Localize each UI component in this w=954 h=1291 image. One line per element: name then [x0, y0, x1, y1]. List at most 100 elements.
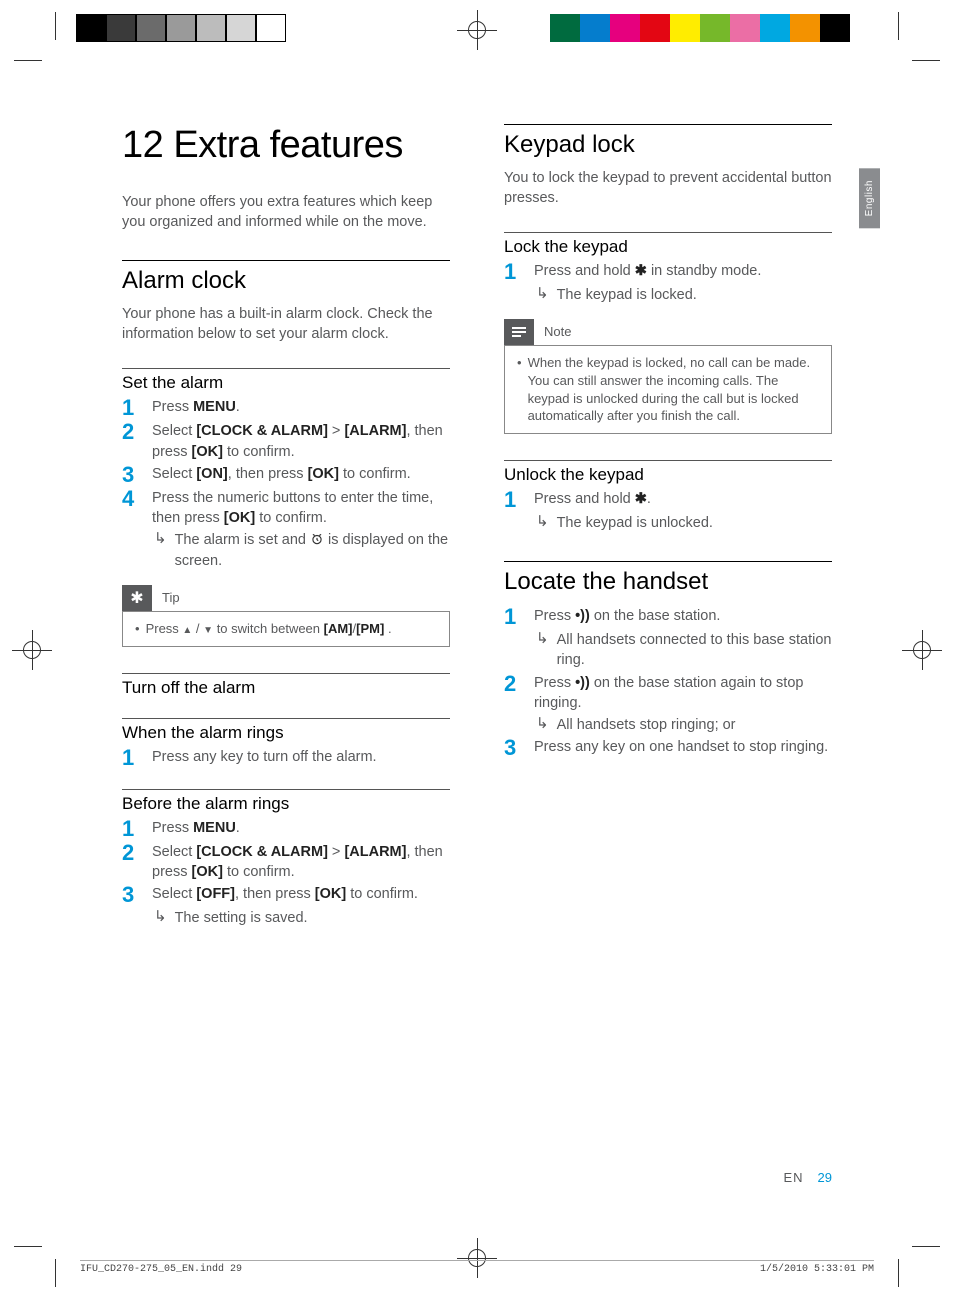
step-number: 1: [122, 397, 140, 419]
step: 1 Press •)) on the base station.: [504, 606, 832, 628]
divider: [122, 789, 450, 790]
subhead-lock-keypad: Lock the keypad: [504, 237, 832, 257]
steps-locate-handset-2: 2 Press •)) on the base station again to…: [504, 673, 832, 714]
steps-lock-keypad: 1 Press and hold ✱ in standby mode.: [504, 261, 832, 283]
tip-icon: ✱: [122, 585, 152, 611]
print-footer: IFU_CD270-275_05_EN.indd 29 1/5/2010 5:3…: [80, 1260, 874, 1275]
section-keypad-lock: Keypad lock: [504, 131, 832, 159]
divider: [122, 260, 450, 261]
section-alarm-clock: Alarm clock: [122, 267, 450, 295]
language-tab: English: [859, 168, 880, 228]
registration-mark-right: [902, 630, 942, 670]
crop-mark: [55, 12, 56, 40]
subhead-turn-off-alarm: Turn off the alarm: [122, 678, 450, 698]
note-icon: [504, 319, 534, 345]
divider: [122, 368, 450, 369]
crop-mark: [14, 60, 42, 61]
result-arrow-icon: ↳: [154, 908, 167, 928]
chapter-title: 12 Extra features: [122, 124, 450, 167]
step-number: 2: [122, 421, 140, 462]
step: 3Press any key on one handset to stop ri…: [504, 737, 832, 759]
section-intro: You to lock the keypad to prevent accide…: [504, 169, 832, 208]
footer-page-number: 29: [818, 1170, 832, 1185]
print-process-bar-left: [76, 14, 286, 42]
steps-locate-handset: 1 Press •)) on the base station.: [504, 606, 832, 628]
left-column: 12 Extra features Your phone offers you …: [122, 124, 450, 1161]
divider: [504, 561, 832, 562]
result-arrow-icon: ↳: [536, 513, 549, 533]
divider: [504, 124, 832, 125]
divider: [122, 718, 450, 719]
step: 3 Select [ON], then press [OK] to confir…: [122, 464, 450, 486]
steps-unlock-keypad: 1 Press and hold ✱.: [504, 489, 832, 511]
alarm-icon: [310, 532, 324, 546]
print-timestamp: 1/5/2010 5:33:01 PM: [760, 1264, 874, 1275]
page-content: 12 Extra features Your phone offers you …: [122, 124, 832, 1161]
tip-label: Tip: [152, 585, 190, 611]
right-column: Keypad lock You to lock the keypad to pr…: [504, 124, 832, 1161]
star-key-icon: ✱: [635, 491, 647, 507]
result-arrow-icon: ↳: [536, 715, 549, 735]
chapter-intro: Your phone offers you extra features whi…: [122, 193, 450, 232]
step-result: ↳The keypad is unlocked.: [536, 513, 832, 533]
subhead-set-alarm: Set the alarm: [122, 373, 450, 393]
steps-before-rings: 1 Press MENU. 2 Select [CLOCK & ALARM] >…: [122, 818, 450, 907]
subhead-before-alarm-rings: Before the alarm rings: [122, 794, 450, 814]
note-label: Note: [534, 319, 581, 345]
step-number: 1: [504, 261, 522, 283]
nav-down-icon: ▼: [203, 625, 213, 636]
crop-mark: [898, 12, 899, 40]
tip-callout: ✱ Tip • Press ▲ / ▼ to switch between [A…: [122, 585, 450, 647]
steps-when-rings: 1Press any key to turn off the alarm.: [122, 747, 450, 769]
page-footer: EN 29: [783, 1170, 832, 1185]
divider: [504, 460, 832, 461]
step-number: 4: [122, 488, 140, 529]
footer-lang: EN: [783, 1170, 803, 1185]
step-number: 3: [504, 737, 522, 759]
steps-locate-handset-3: 3Press any key on one handset to stop ri…: [504, 737, 832, 759]
step: 2 Press •)) on the base station again to…: [504, 673, 832, 714]
step: 1 Press MENU.: [122, 818, 450, 840]
crop-mark: [912, 1246, 940, 1247]
star-key-icon: ✱: [635, 263, 647, 279]
section-locate-handset: Locate the handset: [504, 568, 832, 596]
print-file-name: IFU_CD270-275_05_EN.indd 29: [80, 1264, 242, 1275]
step-number: 3: [122, 884, 140, 906]
step: 2 Select [CLOCK & ALARM] > [ALARM], then…: [122, 842, 450, 883]
step: 3 Select [OFF], then press [OK] to confi…: [122, 884, 450, 906]
step-number: 1: [504, 606, 522, 628]
registration-mark-top: [457, 10, 497, 50]
steps-set-alarm: 1 Press MENU. 2 Select [CLOCK & ALARM] >…: [122, 397, 450, 528]
step: 2 Select [CLOCK & ALARM] > [ALARM], then…: [122, 421, 450, 462]
paging-icon: •)): [575, 608, 590, 624]
print-process-bar-right: [550, 14, 850, 42]
subhead-unlock-keypad: Unlock the keypad: [504, 465, 832, 485]
step: 4 Press the numeric buttons to enter the…: [122, 488, 450, 529]
step-number: 1: [504, 489, 522, 511]
step-number: 2: [122, 842, 140, 883]
crop-mark: [898, 1259, 899, 1287]
step-number: 3: [122, 464, 140, 486]
nav-up-icon: ▲: [182, 625, 192, 636]
step: 1Press any key to turn off the alarm.: [122, 747, 450, 769]
step-result: ↳All handsets stop ringing; or: [536, 715, 832, 735]
step-result: ↳The setting is saved.: [154, 908, 450, 928]
step-result: ↳All handsets connected to this base sta…: [536, 630, 832, 671]
step-result: ↳The keypad is locked.: [536, 285, 832, 305]
step: 1 Press and hold ✱ in standby mode.: [504, 261, 832, 283]
step-number: 1: [122, 818, 140, 840]
paging-icon: •)): [575, 675, 590, 691]
step: 1 Press MENU.: [122, 397, 450, 419]
subhead-when-alarm-rings: When the alarm rings: [122, 723, 450, 743]
crop-mark: [55, 1259, 56, 1287]
section-intro: Your phone has a built-in alarm clock. C…: [122, 305, 450, 344]
step-number: 2: [504, 673, 522, 714]
divider: [504, 232, 832, 233]
crop-mark: [14, 1246, 42, 1247]
crop-mark: [912, 60, 940, 61]
result-arrow-icon: ↳: [536, 630, 549, 671]
note-callout: Note •When the keypad is locked, no call…: [504, 319, 832, 433]
result-arrow-icon: ↳: [536, 285, 549, 305]
step-result: ↳ The alarm is set and is displayed on t…: [154, 530, 450, 571]
divider: [122, 673, 450, 674]
